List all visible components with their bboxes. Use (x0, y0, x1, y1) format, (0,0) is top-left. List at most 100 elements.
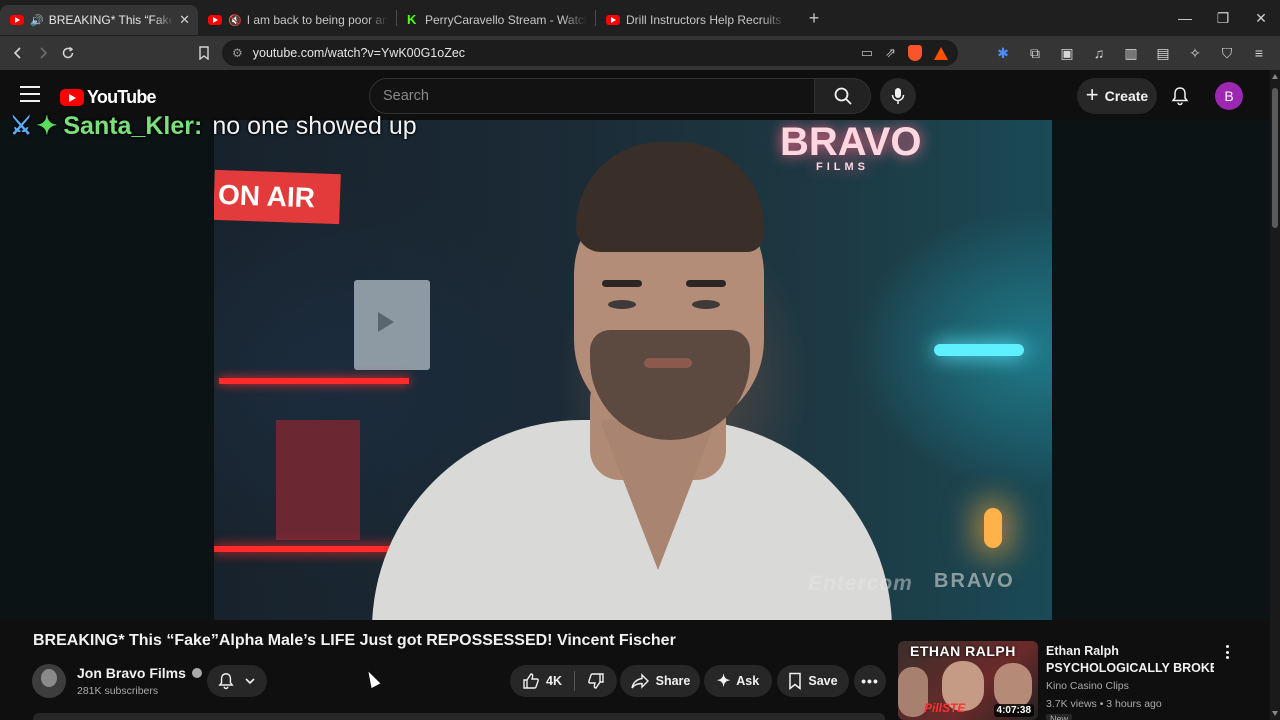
close-window-icon[interactable]: ✕ (1242, 0, 1280, 36)
more-horizontal-icon: ••• (861, 673, 879, 689)
ask-label: Ask (736, 674, 760, 688)
video-duration: 4:07:38 (993, 704, 1034, 717)
watermark-logo: BRAVO (934, 570, 1015, 592)
description-box[interactable] (33, 713, 885, 720)
watermark-text: Entercom (808, 572, 913, 595)
bell-icon (1171, 87, 1189, 106)
share-page-icon[interactable]: ⇗ (885, 45, 896, 61)
on-air-sign: ON AIR (214, 169, 341, 225)
reload-icon[interactable] (55, 40, 81, 66)
minimize-icon[interactable]: — (1166, 0, 1204, 36)
tab-title: PerryCaravello Stream - Watch Live o (425, 13, 587, 27)
chat-message: no one showed up (212, 111, 417, 140)
menu-icon[interactable]: ≡ (1246, 40, 1272, 66)
browser-tab-4[interactable]: Drill Instructors Help Recruits Develo (596, 5, 794, 35)
notifications-button[interactable] (1166, 82, 1194, 110)
sword-badge-icon: ⚔ (10, 112, 33, 140)
site-settings-icon[interactable]: ⚙ (232, 46, 243, 60)
lamp-light (984, 508, 1002, 548)
subscribed-button[interactable] (207, 665, 267, 697)
media-icon[interactable]: ♫ (1086, 40, 1112, 66)
browser-tab-1[interactable]: 🔊 BREAKING* This “Fake”Alpha ✕ (0, 5, 198, 35)
kick-icon: K (407, 12, 417, 27)
scrollbar-thumb[interactable] (1272, 88, 1278, 228)
voice-search-button[interactable] (880, 78, 916, 114)
forward-icon[interactable] (30, 40, 56, 66)
youtube-icon (10, 15, 24, 25)
share-label: Share (655, 674, 691, 688)
puzzle-icon[interactable]: ⧉ (1022, 40, 1048, 66)
brave-shields-icon[interactable] (908, 45, 922, 61)
new-tab-button[interactable]: + (800, 8, 828, 29)
plus-icon: + (1085, 82, 1099, 107)
browser-tab-2[interactable]: 🔇 I am back to being poor and its a (198, 5, 396, 35)
channel-avatar[interactable] (32, 664, 66, 698)
mouse-cursor-icon (364, 669, 381, 689)
channel-name-row[interactable]: Jon Bravo Films (77, 665, 202, 681)
scroll-up-icon[interactable] (1272, 74, 1278, 79)
person-hair (576, 142, 764, 252)
chevron-down-icon (245, 678, 255, 685)
channel-name[interactable]: Jon Bravo Films (77, 665, 186, 681)
browser-toolbar: ⚙ youtube.com/watch?v=YwK00G1oZec ▭ ⇗ ✱ … (0, 36, 1280, 70)
search-input[interactable]: Search (369, 78, 815, 114)
muted-speaker-icon[interactable]: 🔇 (228, 14, 242, 27)
video-frame: ON AIR BRAVO FILMS Entercom BRAVO (214, 120, 1052, 620)
bookmark-icon[interactable] (191, 40, 217, 66)
sidebar-icon[interactable]: ▥ (1118, 40, 1144, 66)
url-text[interactable]: youtube.com/watch?v=YwK00G1oZec (253, 46, 465, 60)
leo-ai-icon[interactable]: ✧ (1182, 40, 1208, 66)
close-tab-icon[interactable]: ✕ (179, 12, 190, 28)
brave-rewards-icon[interactable] (934, 46, 948, 60)
create-label: Create (1104, 88, 1149, 104)
share-button[interactable]: Share (620, 665, 700, 697)
tab-title: BREAKING* This “Fake”Alpha (48, 13, 174, 27)
like-dislike-group: 4K (510, 665, 617, 697)
search-bar: Search (369, 78, 871, 114)
person-brow (602, 280, 642, 287)
vpn-icon[interactable]: ⛉ (1214, 40, 1240, 66)
scroll-down-icon[interactable] (1272, 711, 1278, 716)
search-button[interactable] (815, 78, 871, 114)
thumbnail-brand: PillSTE (924, 701, 966, 715)
share-icon (630, 673, 649, 689)
account-avatar[interactable]: B (1215, 82, 1243, 110)
person-brow (686, 280, 726, 287)
thumbs-down-icon[interactable] (587, 672, 605, 690)
thumbnail-text: ETHAN RALPH (910, 643, 1016, 659)
ask-button[interactable]: ✦ Ask (704, 665, 772, 697)
back-icon[interactable] (5, 40, 31, 66)
thumbs-up-icon[interactable] (522, 672, 540, 690)
recommended-title-line1[interactable]: Ethan Ralph (1046, 644, 1119, 658)
recommended-title-line2[interactable]: PSYCHOLOGICALLY BROKEN ... (1046, 661, 1214, 675)
browser-tab-3[interactable]: K PerryCaravello Stream - Watch Live o (397, 5, 595, 35)
page-scrollbar[interactable] (1270, 70, 1280, 720)
cast-icon[interactable]: ▭ (861, 45, 873, 61)
recommended-thumbnail[interactable]: ETHAN RALPH PillSTE 4:07:38 (898, 641, 1038, 720)
wall-poster (276, 420, 360, 540)
guide-menu-icon[interactable] (20, 86, 40, 102)
play-button-plaque (354, 280, 430, 370)
screenshot-icon[interactable]: ▣ (1054, 40, 1080, 66)
restore-icon[interactable]: ❐ (1204, 0, 1242, 36)
create-button[interactable]: + Create (1077, 78, 1157, 114)
more-actions-button[interactable]: ••• (854, 665, 886, 697)
youtube-wordmark: YouTube (87, 87, 157, 107)
extensions-bar: ✱ ⧉ ▣ ♫ ▥ ▤ ✧ ⛉ ≡ (990, 36, 1280, 70)
address-bar[interactable]: ⚙ youtube.com/watch?v=YwK00G1oZec ▭ ⇗ (222, 40, 958, 66)
speaker-icon[interactable]: 🔊 (30, 14, 44, 27)
wallet-icon[interactable]: ▤ (1150, 40, 1176, 66)
video-player[interactable]: ON AIR BRAVO FILMS Entercom BRAVO (0, 120, 1270, 620)
video-title: BREAKING* This “Fake”Alpha Male’s LIFE J… (33, 632, 676, 649)
youtube-logo[interactable]: YouTube (60, 87, 157, 108)
kebab-menu-icon[interactable] (1219, 643, 1235, 661)
sparkle-icon: ✦ (716, 673, 731, 690)
save-button[interactable]: Save (777, 665, 849, 697)
recommended-channel[interactable]: Kino Casino Clips (1046, 680, 1129, 692)
tab-title: I am back to being poor and its a (246, 13, 388, 27)
like-count[interactable]: 4K (546, 674, 562, 688)
extension-icon[interactable]: ✱ (990, 40, 1016, 66)
chat-username: Santa_Kler: (63, 111, 203, 140)
thumbnail-face (994, 663, 1032, 709)
save-icon (789, 672, 802, 690)
